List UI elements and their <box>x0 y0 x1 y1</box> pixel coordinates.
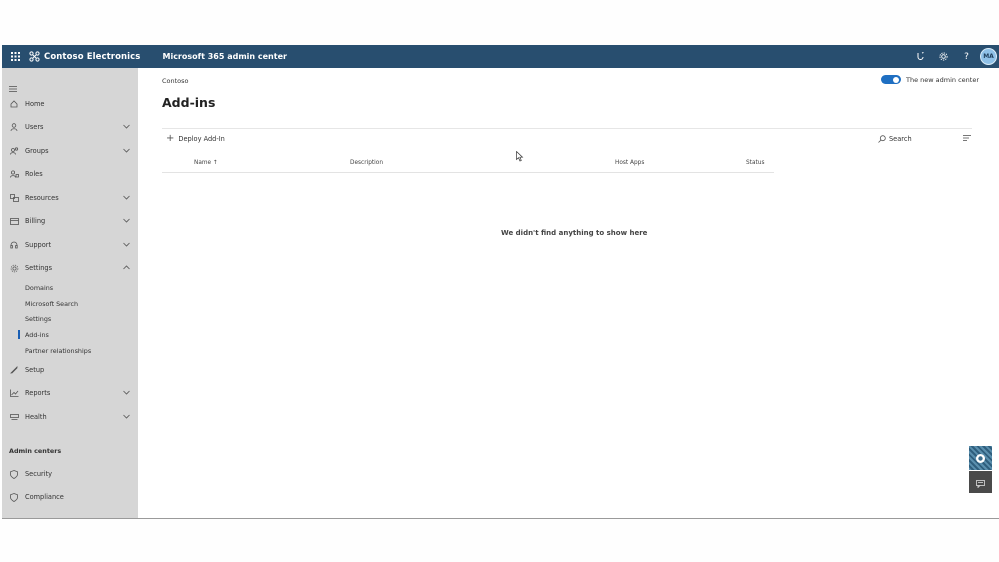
mouse-cursor-icon <box>516 147 524 166</box>
sidebar-item-reports[interactable]: Reports <box>2 384 138 402</box>
floating-actions <box>969 446 992 493</box>
main-content: Contoso Add-ins The new admin center + D… <box>138 68 999 518</box>
admin-centers-heading: Admin centers <box>9 447 62 455</box>
sidebar-item-label: Support <box>25 241 52 249</box>
notification-icon[interactable] <box>909 45 932 68</box>
toggle-label: The new admin center <box>905 75 979 84</box>
sidebar-item-label: Setup <box>25 366 45 374</box>
billing-icon <box>9 217 19 225</box>
sidebar-item-label: Roles <box>25 170 43 178</box>
feedback-button[interactable] <box>969 471 992 493</box>
sidebar-item-home[interactable]: Home <box>2 95 138 113</box>
column-header-name[interactable]: Name ↑ <box>194 160 218 166</box>
sidebar-item-label: Users <box>25 123 44 131</box>
sidebar-item-label: Groups <box>25 147 49 155</box>
column-header-host-apps[interactable]: Host Apps <box>615 160 644 166</box>
sidebar-item-label: Billing <box>25 217 46 225</box>
sidebar-item-groups[interactable]: Groups <box>2 142 138 160</box>
health-icon <box>9 413 19 421</box>
sidebar-item-label: Health <box>25 413 47 421</box>
sidebar-subitem-microsoft-search[interactable]: Microsoft Search <box>25 298 78 310</box>
column-header-status[interactable]: Status <box>746 160 764 166</box>
avatar[interactable]: MA <box>980 48 997 65</box>
sidebar-item-label: Home <box>25 100 45 108</box>
deploy-add-in-button[interactable]: + Deploy Add-In <box>166 134 225 144</box>
support-icon <box>9 241 19 249</box>
sidebar-item-health[interactable]: Health <box>2 408 138 426</box>
shield-icon <box>9 469 19 479</box>
sidebar-subitem-settings[interactable]: Settings <box>25 313 51 325</box>
help-assistant-button[interactable] <box>969 446 992 470</box>
chevron-down-icon[interactable] <box>123 147 130 155</box>
toggle-knob <box>893 76 900 83</box>
sidebar-item-users[interactable]: Users <box>2 118 138 136</box>
sidebar-item-setup[interactable]: Setup <box>2 361 138 379</box>
sidebar-item-billing[interactable]: Billing <box>2 212 138 230</box>
sidebar: Home Users Groups Roles Resources Billin… <box>2 68 138 518</box>
sidebar-item-security[interactable]: Security <box>2 465 138 483</box>
command-bar-divider <box>162 128 972 129</box>
search-box[interactable]: Search <box>878 135 912 143</box>
gear-icon[interactable] <box>932 45 955 68</box>
org-brand[interactable]: Contoso Electronics <box>29 51 140 62</box>
sidebar-item-label: Security <box>25 470 53 478</box>
empty-state-message: We didn't find anything to show here <box>501 229 648 237</box>
chevron-down-icon[interactable] <box>123 217 130 225</box>
filter-icon[interactable] <box>963 135 971 141</box>
sidebar-item-label: Settings <box>25 264 53 272</box>
active-indicator <box>18 330 20 339</box>
sidebar-subitem-domains[interactable]: Domains <box>25 282 53 294</box>
chevron-down-icon[interactable] <box>123 194 130 202</box>
hamburger-icon[interactable] <box>9 77 17 96</box>
table-header: Name ↑ Description Host Apps Status <box>162 156 774 173</box>
sidebar-subitem-add-ins[interactable]: Add-ins <box>25 329 49 341</box>
app-name[interactable]: Microsoft 365 admin center <box>162 52 286 61</box>
deploy-label: Deploy Add-In <box>178 135 225 143</box>
sidebar-item-support[interactable]: Support <box>2 236 138 254</box>
chevron-down-icon[interactable] <box>123 413 130 421</box>
page-title: Add-ins <box>162 95 216 110</box>
search-label: Search <box>889 135 912 143</box>
sidebar-subitem-partner-relationships[interactable]: Partner relationships <box>25 345 91 357</box>
person-icon <box>9 123 19 131</box>
sidebar-item-label: Compliance <box>25 493 64 501</box>
search-icon <box>878 135 886 143</box>
sidebar-item-label: Resources <box>25 194 59 202</box>
org-name: Contoso Electronics <box>44 51 141 62</box>
group-icon <box>9 147 19 155</box>
top-right-actions: ? MA <box>909 45 999 68</box>
contoso-logo-icon <box>29 51 40 62</box>
setup-icon <box>9 366 19 374</box>
reports-icon <box>9 389 19 397</box>
chevron-down-icon[interactable] <box>123 241 130 249</box>
sidebar-item-settings[interactable]: Settings <box>2 259 138 277</box>
resources-icon <box>9 194 19 202</box>
chevron-down-icon[interactable] <box>123 389 130 397</box>
plus-icon: + <box>166 133 175 144</box>
chevron-down-icon[interactable] <box>123 123 130 131</box>
new-admin-center-toggle[interactable]: The new admin center <box>880 75 979 84</box>
sidebar-item-roles[interactable]: Roles <box>2 165 138 183</box>
home-icon <box>9 100 19 108</box>
breadcrumb[interactable]: Contoso <box>162 77 189 85</box>
app-window: Contoso Electronics Microsoft 365 admin … <box>2 45 999 519</box>
gear-icon <box>9 264 19 273</box>
chevron-up-icon[interactable] <box>123 264 130 272</box>
compliance-icon <box>9 492 19 502</box>
chat-icon <box>976 473 985 492</box>
toggle-switch[interactable] <box>880 75 901 84</box>
top-bar: Contoso Electronics Microsoft 365 admin … <box>2 45 999 68</box>
sidebar-item-compliance[interactable]: Compliance <box>2 488 138 506</box>
assistant-icon <box>975 449 986 468</box>
sidebar-item-resources[interactable]: Resources <box>2 189 138 207</box>
column-header-description[interactable]: Description <box>350 160 383 166</box>
roles-icon <box>9 170 19 178</box>
help-icon[interactable]: ? <box>955 45 978 68</box>
app-launcher-icon[interactable] <box>5 45 25 68</box>
sidebar-item-label: Reports <box>25 389 51 397</box>
